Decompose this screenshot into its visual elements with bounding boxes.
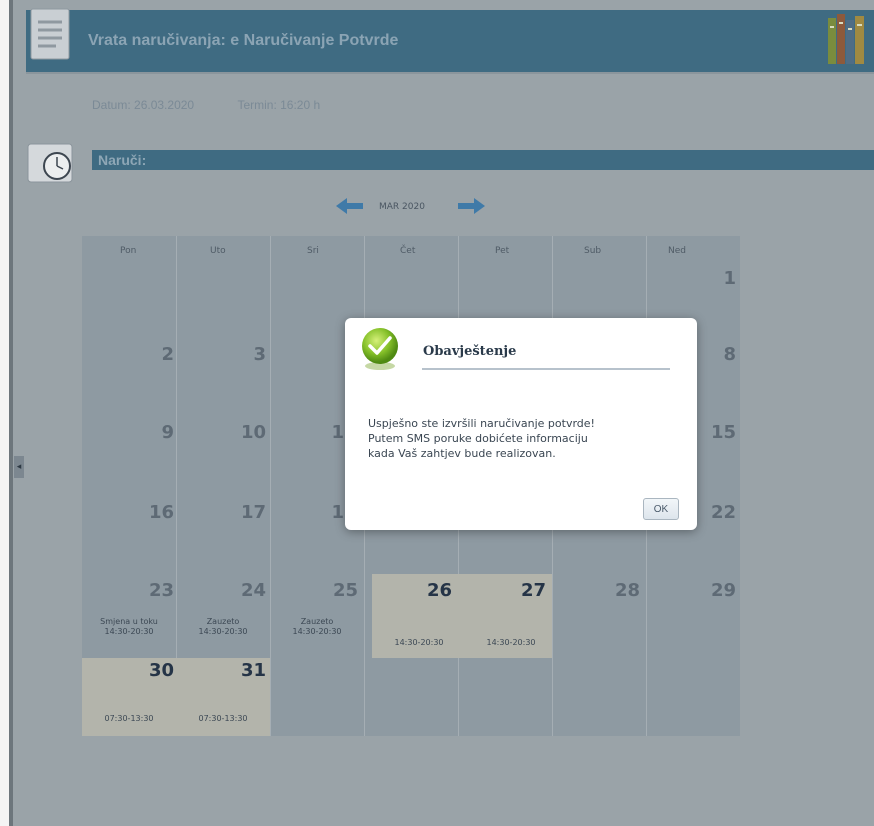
dialog-message-line: Uspješno ste izvršili naručivanje potvrd…: [368, 417, 595, 430]
arrow-right-icon[interactable]: [456, 196, 486, 216]
dialog-message-line: Putem SMS poruke dobićete informaciju: [368, 432, 588, 445]
calendar-day[interactable]: 28: [600, 580, 640, 601]
weekday-header: Sub: [584, 246, 602, 256]
dialog-message-line: kada Vaš zahtjev bude realizovan.: [368, 447, 556, 460]
calendar-day-available[interactable]: 31: [226, 660, 266, 681]
calendar-day[interactable]: 3: [226, 344, 266, 365]
shift-time: 14:30-20:30: [292, 627, 342, 636]
arrow-left-icon[interactable]: [335, 196, 365, 216]
calendar-day[interactable]: 10: [226, 422, 266, 443]
date-label: Datum:: [92, 98, 131, 112]
calendar-day[interactable]: 17: [226, 502, 266, 523]
term-label: Termin:: [237, 98, 277, 112]
weekday-header: Uto: [210, 246, 226, 256]
weekday-header: Čet: [400, 246, 416, 256]
calendar-day[interactable]: 25: [318, 580, 358, 601]
calendar-day[interactable]: 24: [226, 580, 266, 601]
calendar-day[interactable]: 1: [304, 422, 344, 443]
weekday-header: Pon: [120, 246, 137, 256]
term-group: Termin: 16:20 h: [237, 98, 320, 112]
section-title: Naruči:: [98, 152, 147, 168]
column-divider: [270, 236, 271, 736]
calendar-day-available[interactable]: 27: [506, 580, 546, 601]
date-info: Datum: 26.03.2020 Termin: 16:20 h: [92, 98, 320, 112]
shift-status: Zauzeto: [206, 617, 240, 626]
left-edge: [9, 0, 13, 826]
calendar-day[interactable]: 22: [696, 502, 736, 523]
ok-button[interactable]: OK: [643, 498, 679, 520]
calendar-day[interactable]: 15: [696, 422, 736, 443]
calendar-day[interactable]: 16: [134, 502, 174, 523]
shift-time: 07:30-13:30: [104, 714, 154, 723]
calendar-day[interactable]: 9: [134, 422, 174, 443]
section-bar: [92, 150, 874, 170]
calendar-day[interactable]: 2: [134, 344, 174, 365]
collapse-handle[interactable]: ◂: [14, 456, 24, 478]
dialog-message: Uspješno ste izvršili naručivanje potvrd…: [368, 416, 678, 461]
calendar-day[interactable]: 29: [696, 580, 736, 601]
shift-time: 14:30-20:30: [486, 638, 536, 647]
weekday-header: Ned: [668, 246, 686, 256]
calendar-day-available[interactable]: 30: [134, 660, 174, 681]
page-title: Vrata naručivanja: e Naručivanje Potvrde: [88, 32, 399, 49]
weekday-header: Sri: [307, 246, 319, 256]
weekday-header: Pet: [495, 246, 510, 256]
shift-time: 07:30-13:30: [198, 714, 248, 723]
calendar-day[interactable]: 8: [696, 344, 736, 365]
checkmark-icon: [362, 328, 398, 370]
calendar-day[interactable]: 1: [304, 502, 344, 523]
calendar-day[interactable]: 1: [696, 268, 736, 289]
dialog-title: Obavještenje: [423, 344, 517, 359]
shift-time: 14:30-20:30: [394, 638, 444, 647]
term-value: 16:20 h: [280, 98, 321, 112]
document-icon: [30, 8, 70, 60]
month-label: MAR 2020: [379, 202, 425, 212]
shift-status: Zauzeto: [300, 617, 334, 626]
books-icon: [828, 14, 864, 64]
calendar-day-available[interactable]: 26: [412, 580, 452, 601]
notification-dialog: Obavještenje Uspješno ste izvršili naruč…: [345, 318, 697, 530]
left-strip: [0, 0, 9, 826]
shift-time: 14:30-20:30: [198, 627, 248, 636]
dialog-title-divider: [422, 368, 670, 370]
calendar-day[interactable]: 23: [134, 580, 174, 601]
header-divider: [26, 72, 874, 74]
clock-icon: [27, 143, 73, 183]
shift-time: 14:30-20:30: [104, 627, 154, 636]
shift-status: Smjena u toku: [100, 617, 158, 626]
date-value: 26.03.2020: [134, 98, 195, 112]
